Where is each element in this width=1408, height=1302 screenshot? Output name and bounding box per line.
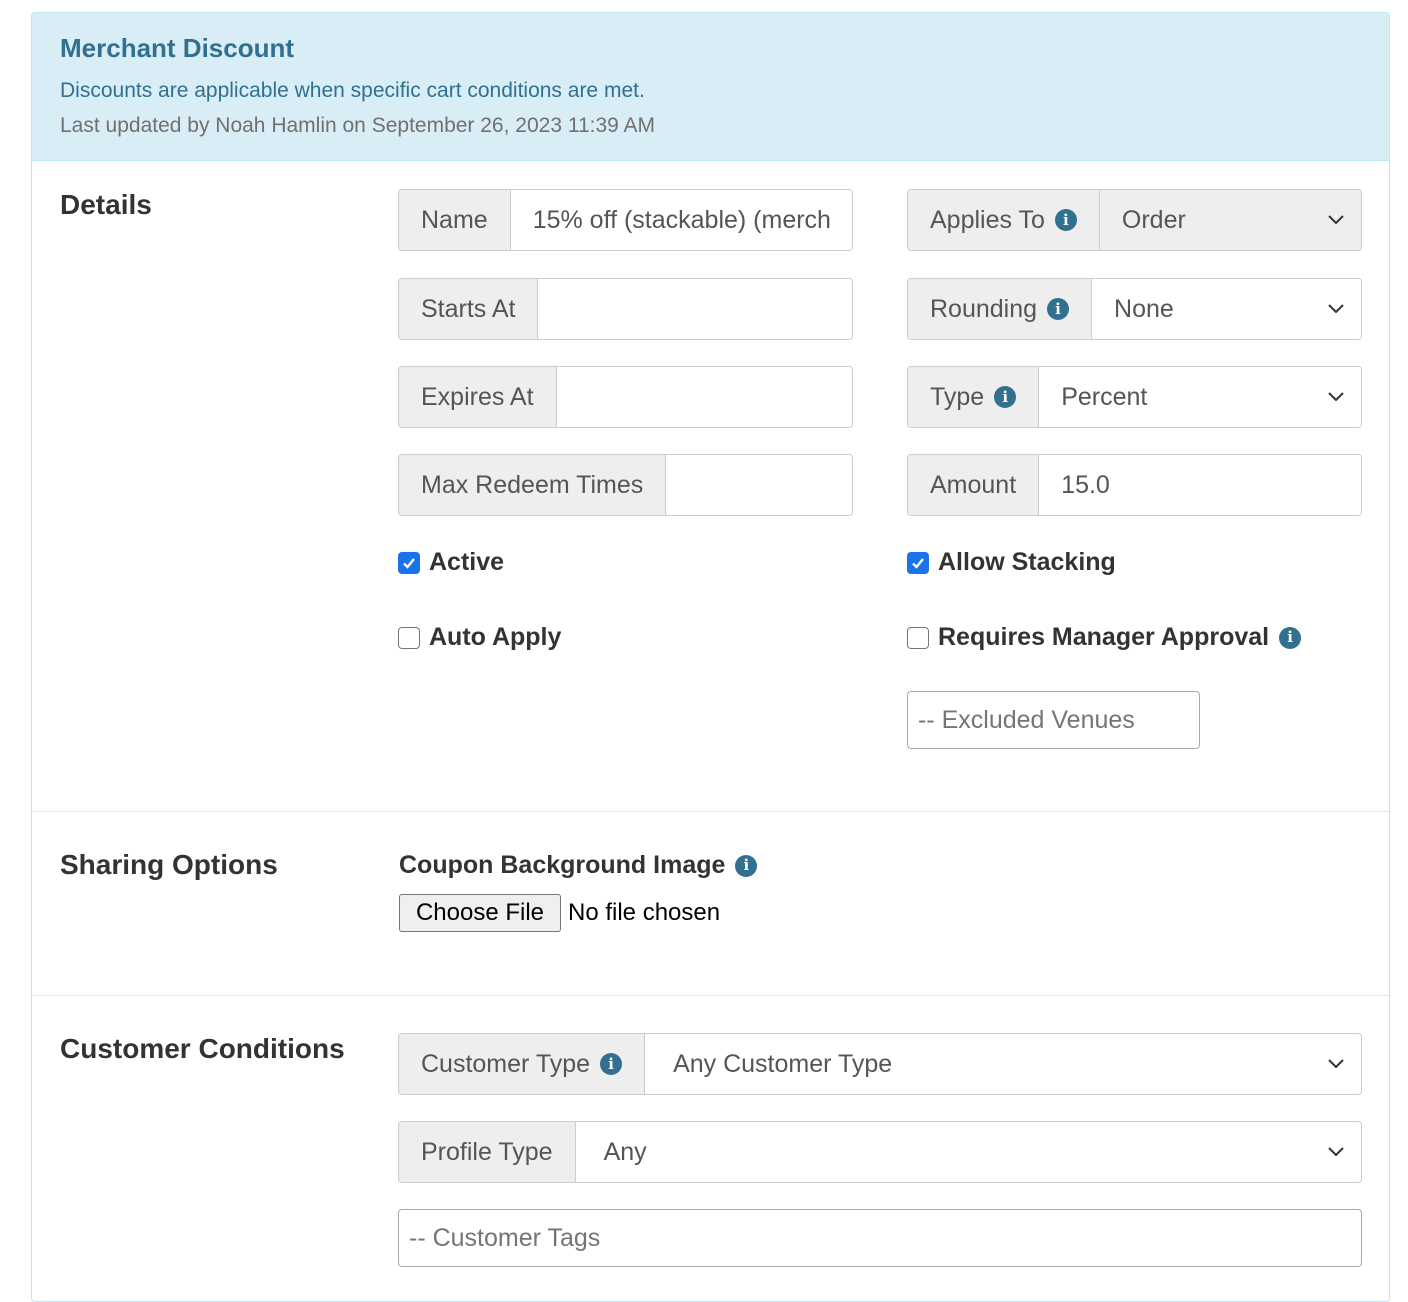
rounding-label-wrap: Rounding i (908, 279, 1093, 339)
name-label: Name (399, 190, 511, 250)
details-section-title: Details (60, 189, 152, 220)
requires-manager-approval-checkbox-row[interactable]: Requires Manager Approval i (907, 623, 1302, 652)
divider (32, 995, 1389, 996)
type-select[interactable]: Percent (1039, 367, 1361, 427)
expires-at-input[interactable] (556, 367, 852, 427)
requires-manager-approval-checkbox[interactable] (907, 626, 929, 649)
customer-type-value: Any Customer Type (673, 1049, 893, 1078)
applies-to-input-group: Applies To i Order (907, 189, 1362, 251)
customer-type-label: Customer Type (421, 1049, 591, 1078)
max-redeem-label: Max Redeem Times (399, 455, 667, 515)
excluded-venues-select[interactable]: -- Excluded Venues (907, 691, 1200, 749)
rounding-select[interactable]: None (1092, 279, 1361, 339)
amount-input-group: Amount 15.0 (907, 454, 1362, 516)
panel-heading: Merchant Discount Discounts are applicab… (32, 13, 1389, 161)
requires-manager-approval-label: Requires Manager Approval (938, 623, 1270, 651)
info-circle-icon[interactable]: i (600, 1053, 623, 1075)
sharing-section-title: Sharing Options (60, 849, 278, 880)
name-input-group: Name 15% off (stackable) (merch (398, 189, 853, 251)
customer-type-label-wrap: Customer Type i (399, 1034, 646, 1094)
expires-at-label: Expires At (399, 367, 557, 427)
active-label: Active (429, 548, 505, 576)
auto-apply-label: Auto Apply (429, 623, 562, 651)
info-circle-icon[interactable]: i (1047, 298, 1070, 320)
customer-tags-select[interactable]: -- Customer Tags (398, 1209, 1362, 1267)
active-checkbox-row[interactable]: Active (398, 548, 504, 577)
allow-stacking-label: Allow Stacking (938, 548, 1116, 576)
applies-to-select[interactable]: Order (1099, 190, 1361, 250)
coupon-background-label: Coupon Background Image (399, 851, 726, 879)
profile-type-select[interactable]: Any (575, 1122, 1361, 1182)
type-label: Type (930, 382, 985, 411)
starts-at-input-group: Starts At (398, 278, 853, 340)
customer-type-select[interactable]: Any Customer Type (645, 1034, 1361, 1094)
type-label-wrap: Type i (908, 367, 1040, 427)
profile-type-value: Any (603, 1137, 647, 1166)
type-value: Percent (1061, 382, 1148, 411)
rounding-value: None (1114, 294, 1174, 323)
name-input[interactable]: 15% off (stackable) (merch (510, 190, 852, 250)
merchant-discount-panel: Merchant Discount Discounts are applicab… (31, 12, 1390, 1302)
applies-to-value: Order (1121, 205, 1186, 234)
allow-stacking-checkbox-row[interactable]: Allow Stacking (907, 548, 1116, 577)
type-input-group: Type i Percent (907, 366, 1362, 428)
max-redeem-input-group: Max Redeem Times (398, 454, 853, 516)
customer-type-input-group: Customer Type i Any Customer Type (398, 1033, 1362, 1095)
expires-at-input-group: Expires At (398, 366, 853, 428)
coupon-background-label-wrap: Coupon Background Image i (399, 851, 758, 880)
applies-to-label: Applies To (930, 205, 1045, 234)
chevron-down-icon (1328, 215, 1344, 225)
page-title: Merchant Discount (60, 33, 295, 63)
customer-conditions-section-title: Customer Conditions (60, 1033, 345, 1064)
no-file-chosen-text: No file chosen (568, 899, 721, 926)
choose-file-button[interactable]: Choose File (399, 894, 561, 932)
allow-stacking-checkbox[interactable] (907, 551, 929, 574)
last-updated-text: Last updated by Noah Hamlin on September… (60, 114, 656, 137)
starts-at-label: Starts At (399, 279, 539, 339)
chevron-down-icon (1328, 1059, 1344, 1069)
auto-apply-checkbox[interactable] (398, 626, 420, 649)
page-subtitle: Discounts are applicable when specific c… (60, 79, 645, 102)
checkmark-icon (403, 557, 415, 569)
profile-type-input-group: Profile Type Any (398, 1121, 1362, 1183)
chevron-down-icon (1328, 304, 1344, 314)
amount-input[interactable]: 15.0 (1039, 455, 1361, 515)
chevron-down-icon (1328, 1147, 1344, 1157)
applies-to-label-wrap: Applies To i (908, 190, 1100, 250)
chevron-down-icon (1328, 392, 1344, 402)
starts-at-input[interactable] (538, 279, 852, 339)
checkmark-icon (912, 557, 924, 569)
info-circle-icon[interactable]: i (735, 854, 758, 877)
amount-label: Amount (908, 455, 1040, 515)
rounding-input-group: Rounding i None (907, 278, 1362, 340)
max-redeem-input[interactable] (666, 455, 852, 515)
info-circle-icon[interactable]: i (1054, 209, 1077, 231)
info-circle-icon[interactable]: i (994, 386, 1017, 408)
active-checkbox[interactable] (398, 551, 420, 574)
divider (32, 811, 1389, 812)
profile-type-label: Profile Type (399, 1122, 576, 1182)
auto-apply-checkbox-row[interactable]: Auto Apply (398, 623, 561, 652)
info-circle-icon[interactable]: i (1279, 626, 1302, 649)
rounding-label: Rounding (930, 294, 1038, 323)
